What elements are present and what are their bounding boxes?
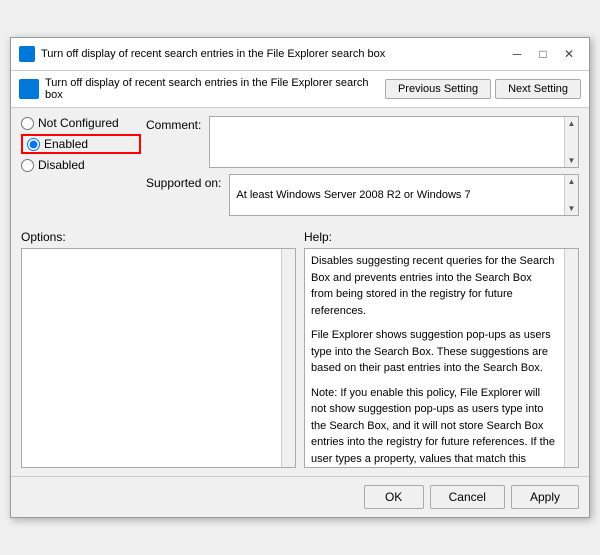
nav-buttons: Previous Setting Next Setting xyxy=(385,79,581,99)
help-header: Help: xyxy=(304,230,579,244)
top-area: Not Configured Enabled Disabled Comment: xyxy=(21,116,579,224)
title-controls: ─ □ ✕ xyxy=(505,44,581,64)
close-button[interactable]: ✕ xyxy=(557,44,581,64)
help-text: Disables suggesting recent queries for t… xyxy=(311,253,572,468)
main-content: Not Configured Enabled Disabled Comment: xyxy=(11,108,589,476)
options-header: Options: xyxy=(21,230,296,244)
supported-label: Supported on: xyxy=(146,174,221,216)
comment-row: Comment: ▲ ▼ xyxy=(146,116,579,168)
disabled-label: Disabled xyxy=(38,158,85,172)
scroll-down-arrow: ▼ xyxy=(568,156,576,165)
next-setting-button[interactable]: Next Setting xyxy=(495,79,581,99)
supported-row: Supported on: At least Windows Server 20… xyxy=(146,174,579,216)
supported-value: At least Windows Server 2008 R2 or Windo… xyxy=(230,175,564,215)
subtitle-bar: Turn off display of recent search entrie… xyxy=(11,71,589,108)
comment-label: Comment: xyxy=(146,116,201,168)
supported-scroll-down: ▼ xyxy=(568,204,576,213)
ok-button[interactable]: OK xyxy=(364,485,424,509)
radio-section: Not Configured Enabled Disabled xyxy=(21,116,141,172)
dialog-icon xyxy=(19,46,35,62)
subtitle-icon xyxy=(19,79,39,99)
disabled-radio-label[interactable]: Disabled xyxy=(21,158,141,172)
disabled-radio[interactable] xyxy=(21,159,34,172)
options-scrollbar[interactable] xyxy=(281,249,295,467)
help-scrollbar[interactable] xyxy=(564,249,578,467)
not-configured-label: Not Configured xyxy=(38,116,119,130)
title-bar: Turn off display of recent search entrie… xyxy=(11,38,589,71)
comment-input[interactable] xyxy=(210,117,564,167)
help-section: Help: Disables suggesting recent queries… xyxy=(304,230,579,468)
minimize-button[interactable]: ─ xyxy=(505,44,529,64)
right-section: Comment: ▲ ▼ Supported on: At least Wind… xyxy=(146,116,579,216)
supported-scrollbar: ▲ ▼ xyxy=(564,175,578,215)
help-panel: Disables suggesting recent queries for t… xyxy=(304,248,579,468)
subtitle-text: Turn off display of recent search entrie… xyxy=(45,77,385,101)
options-panel xyxy=(21,248,296,468)
enabled-radio[interactable] xyxy=(27,138,40,151)
subtitle-left: Turn off display of recent search entrie… xyxy=(19,77,385,101)
not-configured-radio-label[interactable]: Not Configured xyxy=(21,116,141,130)
apply-button[interactable]: Apply xyxy=(511,485,579,509)
supported-scroll-up: ▲ xyxy=(568,177,576,186)
previous-setting-button[interactable]: Previous Setting xyxy=(385,79,491,99)
options-section: Options: xyxy=(21,230,296,468)
cancel-button[interactable]: Cancel xyxy=(430,485,505,509)
title-bar-text: Turn off display of recent search entrie… xyxy=(41,48,385,60)
options-help-row: Options: Help: Disables suggesting recen… xyxy=(21,230,579,468)
comment-scrollbar: ▲ ▼ xyxy=(564,117,578,167)
enabled-label: Enabled xyxy=(44,137,88,151)
enabled-radio-label[interactable]: Enabled xyxy=(21,134,141,154)
supported-area: At least Windows Server 2008 R2 or Windo… xyxy=(229,174,579,216)
title-bar-left: Turn off display of recent search entrie… xyxy=(19,46,385,62)
maximize-button[interactable]: □ xyxy=(531,44,555,64)
not-configured-radio[interactable] xyxy=(21,117,34,130)
scroll-up-arrow: ▲ xyxy=(568,119,576,128)
bottom-bar: OK Cancel Apply xyxy=(11,476,589,517)
comment-area: ▲ ▼ xyxy=(209,116,579,168)
dialog-window: Turn off display of recent search entrie… xyxy=(10,37,590,518)
